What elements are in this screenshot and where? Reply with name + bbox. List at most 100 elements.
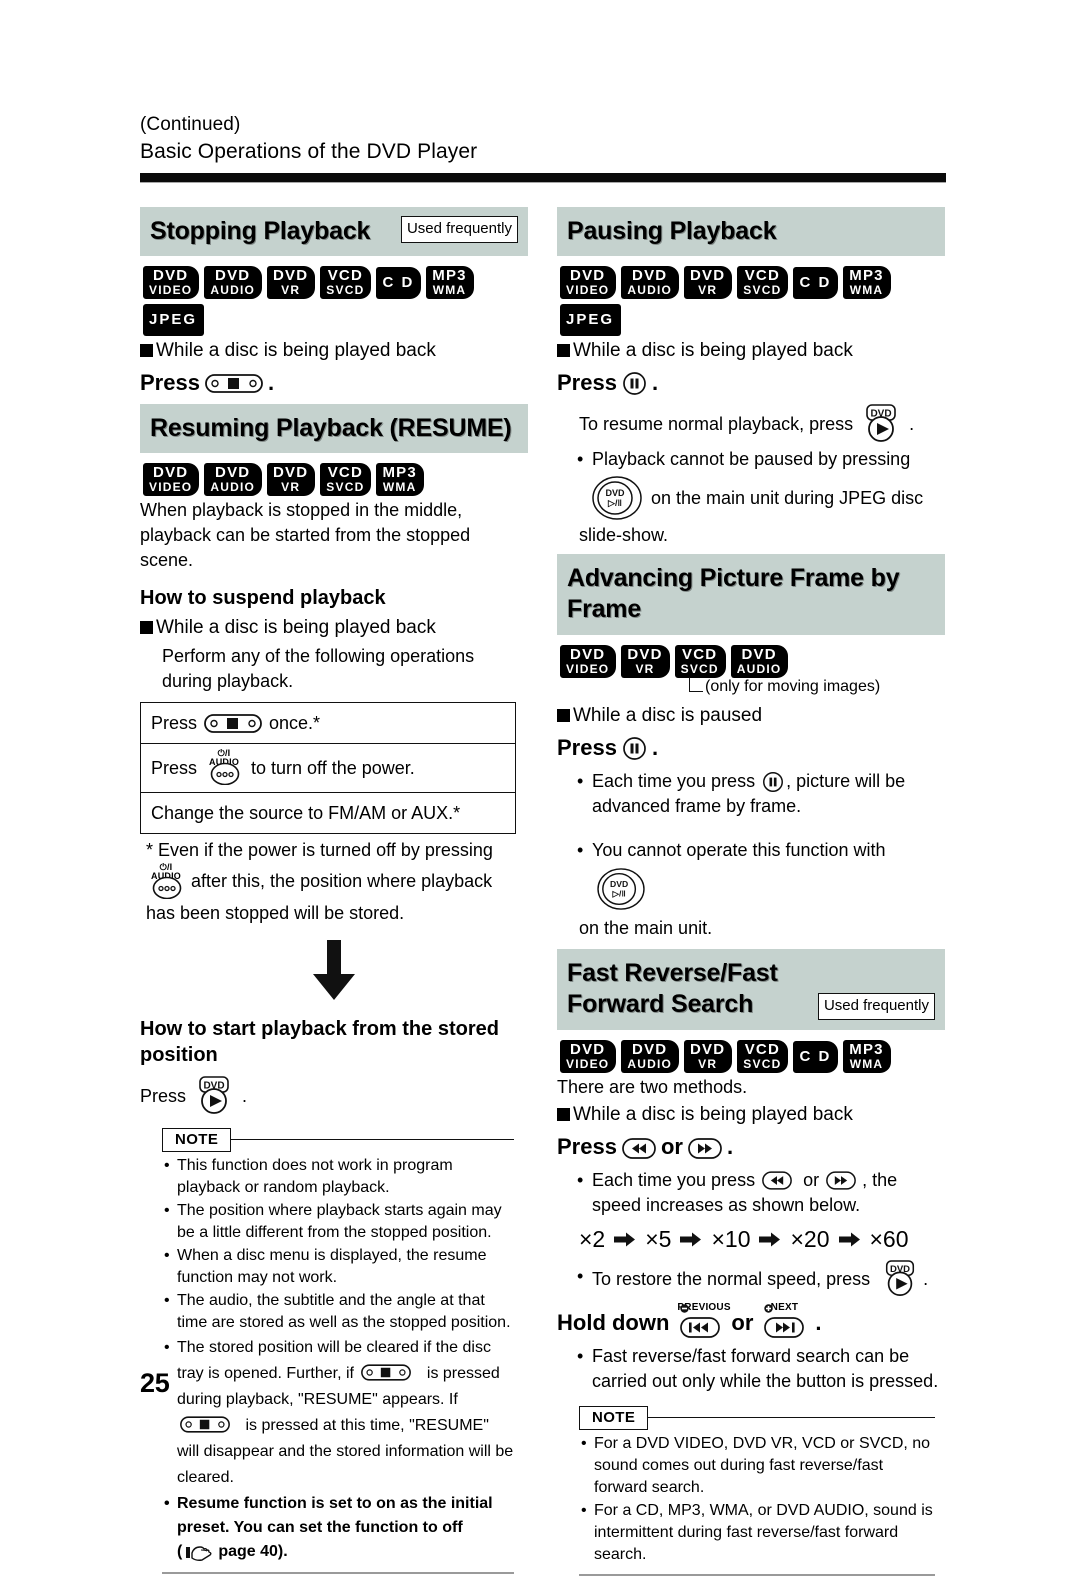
note-list: For a DVD VIDEO, DVD VR, VCD or SVCD, no… <box>579 1433 935 1566</box>
restore-speed-bullet: To restore the normal speed, press DVD . <box>575 1260 945 1300</box>
press-instruction-pause: Press . <box>557 370 659 396</box>
note-box-fast-search: NOTE For a DVD VIDEO, DVD VR, VCD or SVC… <box>579 1406 935 1576</box>
disc-badge: DVD VR <box>684 266 733 299</box>
svg-text:▷/‖: ▷/‖ <box>611 889 625 899</box>
previous-label: PREVIOUS <box>677 1302 731 1313</box>
section-title: Pausing Playback <box>567 217 777 245</box>
stop-button-icon <box>180 1416 238 1435</box>
disc-badge: DVD VR <box>267 463 316 496</box>
footnote-line-3: has been stopped will be stored. <box>146 903 405 923</box>
resuming-intro: When playback is stopped in the middle, … <box>140 500 471 570</box>
list-item: For a CD, MP3, WMA, or DVD AUDIO, sound … <box>579 1500 935 1566</box>
page-title: Basic Operations of the DVD Player <box>140 140 478 163</box>
section-title: Fast Reverse/Fast Forward Search <box>567 959 778 1018</box>
section-header-advancing-frame: Advancing Picture Frame by Frame <box>557 554 945 635</box>
list-item-stored-position: The stored position will be cleared if t… <box>162 1335 514 1491</box>
elbow-connector-icon <box>689 677 703 692</box>
list-item: To restore the normal speed, press DVD . <box>575 1260 945 1300</box>
speed-value: ×20 <box>790 1226 830 1252</box>
disc-badge: DVD VIDEO <box>143 266 200 299</box>
section-header-pausing-playback: Pausing Playback <box>557 207 945 256</box>
disc-badge: JPEG <box>560 304 622 336</box>
disc-badge: DVD AUDIO <box>621 266 680 299</box>
page-number: 25 <box>140 1368 170 1398</box>
disc-badges-pausing: DVD VIDEO DVD AUDIO DVD VR VCD SVCD C D MP3 W… <box>560 266 945 336</box>
svg-text:DVD: DVD <box>605 488 625 498</box>
slide-show-line: slide-show. <box>579 525 669 545</box>
disc-badge: DVD AUDIO <box>204 463 263 496</box>
condition-line: While a disc is paused <box>557 703 945 729</box>
disc-badge: C D <box>793 1041 839 1073</box>
previous-skip-button-icon: PREVIOUS <box>677 1302 731 1338</box>
left-column: Stopping Playback Used frequently DVD VID… <box>140 207 528 1576</box>
note-tag: NOTE <box>162 1128 232 1152</box>
footnote-line-2: ⏻/I AUDIO after this, the position where… <box>146 863 528 899</box>
note-list: This function does not work in program p… <box>162 1155 514 1564</box>
disc-badge: MP3 WMA <box>426 266 474 299</box>
pause-button-icon <box>762 771 784 793</box>
disc-badge: C D <box>376 267 422 299</box>
main-unit-jpeg-line: DVD ▷/‖ on the main unit during JPEG dis… <box>591 475 945 521</box>
section-title: Stopping Playback <box>150 217 371 245</box>
condition-line: While a disc is being played back <box>140 338 528 364</box>
note-rule <box>648 1417 935 1418</box>
right-arrow-icon <box>759 1224 781 1254</box>
speed-value: ×60 <box>869 1226 909 1252</box>
square-bullet-icon <box>140 344 153 357</box>
list-item: The position where playback starts again… <box>162 1200 514 1244</box>
note-footer-rule <box>162 1572 514 1574</box>
suspend-operations-table: Press once.* Press ⏻/I AUDIO to turn off… <box>140 702 516 834</box>
right-arrow-icon <box>614 1224 636 1254</box>
pause-button-icon <box>622 371 647 396</box>
list-item: Each time you press or <box>575 1168 945 1218</box>
disc-badge: C D <box>793 267 839 299</box>
disc-badge: VCD SVCD <box>320 463 372 496</box>
right-arrow-icon <box>838 1224 861 1254</box>
disc-badge: VCD SVCD <box>674 645 726 678</box>
hold-down-instruction: Hold down PREVIOUS or NEXT . <box>557 1302 945 1338</box>
right-column: Pausing Playback DVD VIDEO DVD AUDIO DVD VR… <box>557 207 945 1576</box>
subheading-how-to-start-stored: How to start playback from the stored po… <box>140 1018 499 1066</box>
main-unit-dvd-play-pause-icon: DVD ▷/‖ <box>591 475 643 521</box>
table-row: Press ⏻/I AUDIO to turn off the power. <box>140 743 516 793</box>
advancing-bullets-2: You cannot operate this function with DV… <box>575 833 945 913</box>
disc-badge: MP3 WMA <box>843 1040 891 1073</box>
power-audio-button-icon: ⏻/I AUDIO <box>204 749 244 785</box>
square-bullet-icon <box>557 709 570 722</box>
fast-forward-button-icon <box>688 1137 722 1159</box>
section-title: Advancing Picture Frame by Frame <box>567 564 900 623</box>
disc-badge: DVD VIDEO <box>560 645 617 678</box>
list-item: You cannot operate this function with DV… <box>575 833 945 913</box>
speed-value: ×2 <box>579 1226 606 1252</box>
svg-text:DVD: DVD <box>610 879 628 889</box>
only-moving-images-annotation: (only for moving images) <box>689 677 945 697</box>
table-row: Press once.* <box>140 702 516 744</box>
disc-badge: DVD VR <box>267 266 316 299</box>
press-instruction-fast-search: Press or . <box>557 1134 734 1159</box>
list-item: When a disc menu is displayed, the resum… <box>162 1245 514 1289</box>
speed-progression: ×2 ×5 ×10 ×20 ×60 <box>579 1224 945 1254</box>
resume-normal-playback-line: To resume normal playback, press DVD . <box>579 404 945 444</box>
subheading-how-to-suspend: How to suspend playback <box>140 587 386 609</box>
fast-reverse-button-icon <box>762 1171 796 1192</box>
note-header: NOTE <box>579 1406 935 1430</box>
condition-line: While a disc is being played back <box>140 615 528 641</box>
stop-button-icon <box>204 713 262 733</box>
right-arrow-icon <box>680 1224 702 1254</box>
square-bullet-icon <box>140 621 153 634</box>
on-main-unit-line: on the main unit. <box>579 918 713 938</box>
dvd-play-button-icon: DVD <box>879 1260 923 1300</box>
dvd-play-button-icon: DVD <box>192 1076 236 1116</box>
list-item: For a DVD VIDEO, DVD VR, VCD or SVCD, no… <box>579 1433 935 1499</box>
disc-badges-stopping: DVD VIDEO DVD AUDIO DVD VR VCD SVCD C D MP3 W… <box>143 266 528 336</box>
disc-badge: VCD SVCD <box>320 266 372 299</box>
used-frequently-badge: Used frequently <box>400 216 518 243</box>
section-header-fast-search: Fast Reverse/Fast Forward Search Used fr… <box>557 949 945 1030</box>
disc-badge: VCD SVCD <box>737 1040 789 1073</box>
page-header: (Continued) Basic Operations of the DVD … <box>140 0 946 182</box>
square-bullet-icon <box>557 344 570 357</box>
disc-badge: DVD AUDIO <box>621 1040 680 1073</box>
list-item: Each time you press , picture will be ad… <box>575 769 945 819</box>
svg-text:▷/‖: ▷/‖ <box>607 498 622 508</box>
hold-down-bullet: Fast reverse/fast forward search can be … <box>575 1344 945 1394</box>
